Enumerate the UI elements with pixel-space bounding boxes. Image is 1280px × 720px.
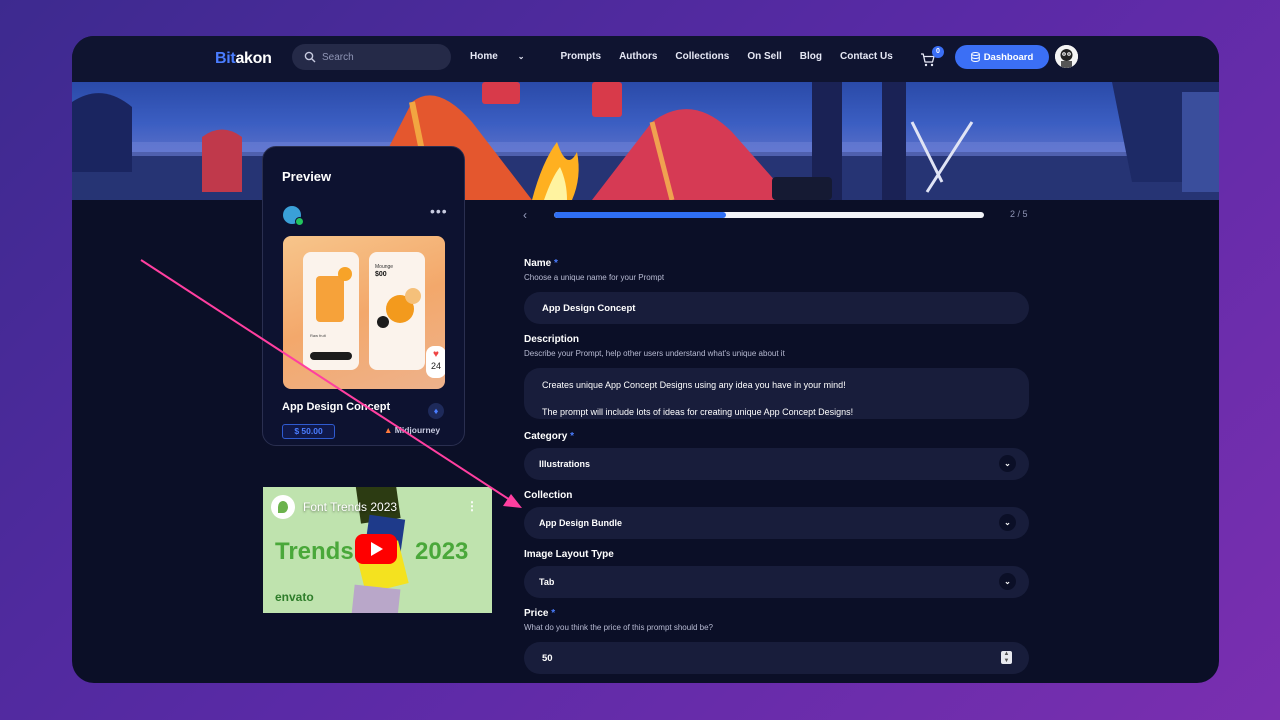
mockup-caption: Raw fruit: [310, 333, 327, 338]
category-value: Illustrations: [539, 459, 591, 469]
nav-prompts[interactable]: Prompts: [561, 51, 602, 62]
engine-name: Midjourney: [394, 425, 441, 435]
engine-label: ▲ Midjourney: [384, 425, 440, 435]
preview-card: Preview ••• Mounge $00 Raw fruit ♥ 24 Ap…: [262, 146, 465, 446]
price-help: What do you think the price of this prom…: [524, 623, 713, 632]
name-help: Choose a unique name for your Prompt: [524, 273, 665, 282]
chevron-down-icon[interactable]: ⌄: [999, 573, 1016, 590]
progress-fill: [554, 212, 726, 218]
description-help: Describe your Prompt, help other users u…: [524, 349, 785, 358]
dashboard-label: Dashboard: [983, 51, 1034, 63]
collection-value: App Design Bundle: [539, 518, 622, 528]
preview-item-name: App Design Concept: [282, 401, 391, 413]
channel-logo[interactable]: [271, 495, 295, 519]
layout-type-select[interactable]: Tab ⌄: [524, 566, 1029, 598]
back-chevron-icon[interactable]: ‹: [523, 208, 527, 222]
ethereum-icon: ♦: [428, 403, 444, 419]
heart-icon: ♥: [433, 349, 439, 360]
avatar-image: [1055, 45, 1078, 68]
description-label: Description: [524, 334, 580, 345]
nav-home[interactable]: Home ⌄: [470, 51, 543, 62]
step-counter: 2 / 5: [1010, 209, 1028, 219]
category-label-text: Category: [524, 431, 568, 442]
logo[interactable]: Bitakon: [215, 50, 272, 68]
layout-type-label: Image Layout Type: [524, 549, 614, 560]
app-window: Bitakon Home ⌄ Prompts Authors Collection…: [72, 36, 1219, 683]
video-more-icon[interactable]: ⋮: [466, 499, 478, 513]
like-button[interactable]: ♥ 24: [426, 346, 445, 378]
main-nav: Home ⌄ Prompts Authors Collections On Sel…: [470, 51, 911, 62]
like-count: 24: [430, 361, 441, 371]
name-input[interactable]: App Design Concept: [524, 292, 1029, 324]
number-stepper[interactable]: ▲ ▼: [1001, 651, 1012, 664]
price-label-text: Price: [524, 608, 549, 619]
more-options-icon[interactable]: •••: [430, 203, 448, 219]
category-label: Category *: [524, 431, 574, 442]
hero-banner: [72, 82, 1219, 200]
search-input[interactable]: [322, 51, 442, 63]
nav-on-sell[interactable]: On Sell: [747, 51, 781, 62]
creator-avatar[interactable]: [283, 206, 304, 226]
description-line1: Creates unique App Concept Designs using…: [542, 380, 846, 390]
collection-select[interactable]: App Design Bundle ⌄: [524, 507, 1029, 539]
nav-contact-us[interactable]: Contact Us: [840, 51, 893, 62]
nav-blog[interactable]: Blog: [800, 51, 822, 62]
chevron-down-icon[interactable]: ⌄: [999, 455, 1016, 472]
envato-logo: envato: [275, 590, 314, 604]
category-select[interactable]: Illustrations ⌄: [524, 448, 1029, 480]
preview-title: Preview: [282, 169, 332, 184]
chevron-down-icon: ⌄: [517, 52, 525, 61]
database-icon: [970, 52, 980, 62]
mockup-balance-label: Mounge: [375, 264, 393, 270]
cart-button[interactable]: 0: [920, 46, 944, 70]
logo-part1: Bit: [215, 50, 236, 67]
description-textarea[interactable]: Creates unique App Concept Designs using…: [524, 368, 1029, 419]
search-box[interactable]: [292, 44, 451, 70]
nav-authors[interactable]: Authors: [619, 51, 657, 62]
wizard-progress-bar: [554, 212, 984, 218]
required-marker: *: [570, 431, 575, 442]
top-navbar: Bitakon Home ⌄ Prompts Authors Collection…: [72, 36, 1219, 82]
price-label: Price *: [524, 608, 555, 619]
chevron-down-icon[interactable]: ⌄: [999, 514, 1016, 531]
layout-type-value: Tab: [539, 577, 555, 587]
name-label: Name *: [524, 258, 558, 269]
nav-collections[interactable]: Collections: [675, 51, 729, 62]
logo-part2: akon: [235, 50, 272, 67]
mockup-balance: $00: [375, 271, 387, 278]
price-input[interactable]: 50 ▲ ▼: [524, 642, 1029, 674]
nav-home-label: Home: [470, 51, 498, 62]
dashboard-button[interactable]: Dashboard: [955, 45, 1049, 69]
price-value: 50: [542, 652, 553, 664]
collection-label: Collection: [524, 490, 573, 501]
preview-price: $ 50.00: [282, 424, 335, 439]
camping-illustration: [72, 82, 1219, 200]
preview-image[interactable]: Mounge $00 Raw fruit ♥ 24: [283, 236, 445, 389]
midjourney-icon: ▲: [384, 425, 393, 435]
user-avatar[interactable]: [1055, 45, 1078, 68]
cart-count-badge: 0: [932, 46, 944, 58]
play-icon[interactable]: [355, 534, 397, 564]
required-marker: *: [554, 258, 558, 269]
name-label-text: Name: [524, 258, 552, 269]
description-line2: The prompt will include lots of ideas fo…: [542, 406, 854, 417]
app-mockup-image: Mounge $00 Raw fruit: [303, 252, 425, 370]
video-thumbnail[interactable]: Font Trends 2023 ⋮ Trends 2023 envato: [263, 487, 492, 613]
video-title[interactable]: Font Trends 2023: [303, 500, 397, 514]
search-icon: [304, 51, 316, 63]
video-word-right: 2023: [415, 538, 469, 565]
required-marker: *: [551, 608, 556, 619]
video-word-left: Trends: [275, 538, 354, 565]
